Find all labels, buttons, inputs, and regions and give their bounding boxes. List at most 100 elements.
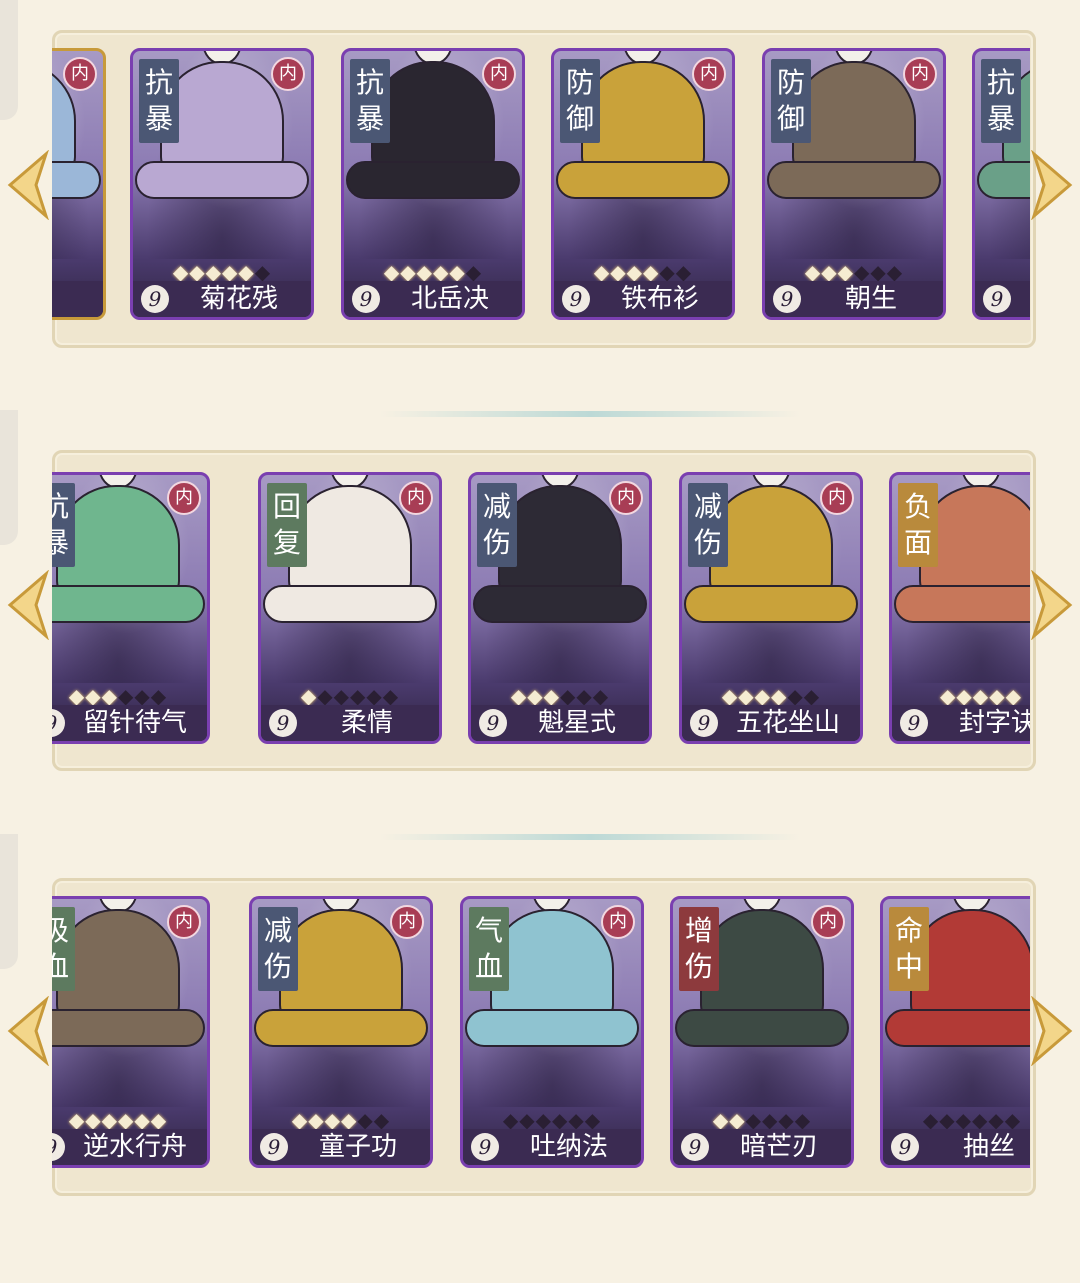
skill-name: 封字诀 xyxy=(958,708,1030,738)
attribute-tag: 抗 暴 xyxy=(350,59,390,143)
inner-skill-badge: 内 xyxy=(692,57,726,91)
attribute-tag: 防 御 xyxy=(560,59,600,143)
skill-level: 9 xyxy=(983,285,1011,313)
character-legs xyxy=(473,585,647,623)
character-legs xyxy=(977,161,1030,199)
skill-name: 留 xyxy=(1013,283,1030,315)
skill-name: 留针待气 xyxy=(82,708,187,738)
scroll-left-arrow[interactable] xyxy=(6,995,50,1067)
side-tab[interactable] xyxy=(0,0,18,120)
inner-skill-badge: 内 xyxy=(482,57,516,91)
star-rating: ◆◆◆◆◆◆ xyxy=(682,685,860,707)
skill-level: 9 xyxy=(773,285,801,313)
character-legs xyxy=(346,161,520,199)
attribute-tag: 命 中 xyxy=(889,907,929,991)
attribute-tag: 负 面 xyxy=(898,483,938,567)
character-legs xyxy=(885,1009,1030,1047)
inner-skill-badge: 内 xyxy=(601,905,635,939)
skill-level: 9 xyxy=(562,285,590,313)
character-legs xyxy=(556,161,730,199)
attribute-tag: 吸 血 xyxy=(52,907,75,991)
skill-level: 9 xyxy=(681,1133,709,1161)
side-tab[interactable] xyxy=(0,834,18,969)
star-rating: ◆◆◆◆◆◆ xyxy=(133,261,311,283)
skill-card[interactable]: 内阳 xyxy=(52,48,106,320)
skill-name: 魁星式 xyxy=(537,708,616,738)
attribute-tag: 回 复 xyxy=(267,483,307,567)
skill-level: 9 xyxy=(141,285,169,313)
skill-name: 抽丝 xyxy=(962,1132,1015,1162)
card-track: 吸 血内◆◆◆◆◆◆9逆水行舟减 伤内◆◆◆◆◆◆9童子功气 血内◆◆◆◆◆◆9… xyxy=(52,896,1030,1176)
card-track: 内阳抗 暴内◆◆◆◆◆◆9菊花残抗 暴内◆◆◆◆◆◆9北岳决防 御内◆◆◆◆◆◆… xyxy=(52,48,1030,328)
skill-card[interactable]: 抗 暴 ◆9留 xyxy=(972,48,1030,320)
star-rating: ◆◆◆◆◆ xyxy=(892,685,1030,707)
star-rating: ◆◆◆◆◆◆ xyxy=(673,1109,851,1131)
skill-card[interactable]: 减 伤 内 ◆◆◆◆◆◆ 9 魁星式 xyxy=(468,472,652,744)
skill-row-3: 吸 血内◆◆◆◆◆◆9逆水行舟减 伤内◆◆◆◆◆◆9童子功气 血内◆◆◆◆◆◆9… xyxy=(0,834,1080,1283)
scroll-left-arrow[interactable] xyxy=(6,569,50,641)
skill-level: 9 xyxy=(900,709,928,737)
skill-card[interactable]: 防 御 内 ◆◆◆◆◆◆ 9 铁布衫 xyxy=(551,48,735,320)
skill-name: 暗芒刃 xyxy=(739,1132,818,1162)
skill-card[interactable]: 减 伤 内 ◆◆◆◆◆◆ 9 五花坐山 xyxy=(679,472,863,744)
skill-card[interactable]: 负 面 ◆◆◆◆◆ 9 封字诀 xyxy=(889,472,1030,744)
skill-card[interactable]: 命 中 ◆◆◆◆◆◆ 9 抽丝 xyxy=(880,896,1030,1168)
skill-card[interactable]: 气 血 内 ◆◆◆◆◆◆ 9 吐纳法 xyxy=(460,896,644,1168)
scroll-right-arrow[interactable] xyxy=(1030,995,1074,1067)
skill-name: 逆水行舟 xyxy=(82,1132,187,1162)
scroll-left-arrow[interactable] xyxy=(6,149,50,221)
character-legs xyxy=(52,585,205,623)
inner-skill-badge: 内 xyxy=(903,57,937,91)
inner-skill-badge: 内 xyxy=(63,57,97,91)
character-legs xyxy=(263,585,437,623)
inner-skill-badge: 内 xyxy=(609,481,643,515)
skill-name: 北岳决 xyxy=(410,284,489,314)
character-legs xyxy=(52,1009,205,1047)
star-rating: ◆◆◆◆◆◆ xyxy=(261,685,439,707)
scroll-right-arrow[interactable] xyxy=(1030,149,1074,221)
inner-skill-badge: 内 xyxy=(167,481,201,515)
attribute-tag: 减 伤 xyxy=(477,483,517,567)
inner-skill-badge: 内 xyxy=(820,481,854,515)
skill-level: 9 xyxy=(260,1133,288,1161)
character-legs xyxy=(254,1009,428,1047)
star-rating: ◆ xyxy=(975,261,1030,283)
skill-row-2: 抗 暴内◆◆◆◆◆◆9留针待气回 复内◆◆◆◆◆◆9柔情减 伤内◆◆◆◆◆◆9魁… xyxy=(0,410,1080,820)
skill-card[interactable]: 抗 暴内◆◆◆◆◆◆9留针待气 xyxy=(52,472,210,744)
skill-card[interactable]: 抗 暴 内 ◆◆◆◆◆◆ 9 北岳决 xyxy=(341,48,525,320)
star-rating: ◆◆◆◆◆◆ xyxy=(554,261,732,283)
attribute-tag: 抗 暴 xyxy=(981,59,1021,143)
skill-name: 童子功 xyxy=(318,1132,397,1162)
attribute-tag: 减 伤 xyxy=(258,907,298,991)
skill-card[interactable]: 抗 暴 内 ◆◆◆◆◆◆ 9 菊花残 xyxy=(130,48,314,320)
inner-skill-badge: 内 xyxy=(399,481,433,515)
scroll-right-arrow[interactable] xyxy=(1030,569,1074,641)
skill-level: 9 xyxy=(269,709,297,737)
skill-card[interactable]: 减 伤 内 ◆◆◆◆◆◆ 9 童子功 xyxy=(249,896,433,1168)
character-legs xyxy=(52,161,101,199)
star-rating: ◆◆◆◆◆◆ xyxy=(52,1109,207,1131)
skill-card[interactable]: 吸 血内◆◆◆◆◆◆9逆水行舟 xyxy=(52,896,210,1168)
inner-skill-badge: 内 xyxy=(390,905,424,939)
attribute-tag: 气 血 xyxy=(469,907,509,991)
skill-card[interactable]: 回 复 内 ◆◆◆◆◆◆ 9 柔情 xyxy=(258,472,442,744)
star-rating: ◆◆◆◆◆◆ xyxy=(344,261,522,283)
inner-skill-badge: 内 xyxy=(271,57,305,91)
skill-card[interactable]: 防 御 内 ◆◆◆◆◆◆ 9 朝生 xyxy=(762,48,946,320)
inner-skill-badge: 内 xyxy=(167,905,201,939)
skill-name: 铁布衫 xyxy=(620,284,699,314)
skill-card[interactable]: 增 伤 内 ◆◆◆◆◆◆ 9 暗芒刃 xyxy=(670,896,854,1168)
skill-name: 吐纳法 xyxy=(529,1132,608,1162)
character-legs xyxy=(684,585,858,623)
character-legs xyxy=(675,1009,849,1047)
attribute-tag: 防 御 xyxy=(771,59,811,143)
character-legs xyxy=(767,161,941,199)
side-tab[interactable] xyxy=(0,410,18,545)
skill-level: 9 xyxy=(352,285,380,313)
skill-name: 柔情 xyxy=(340,708,393,738)
skill-level: 9 xyxy=(891,1133,919,1161)
attribute-tag: 减 伤 xyxy=(688,483,728,567)
skill-name: 五花坐山 xyxy=(735,708,840,738)
skill-level: 9 xyxy=(690,709,718,737)
star-rating: ◆◆◆◆◆◆ xyxy=(471,685,649,707)
